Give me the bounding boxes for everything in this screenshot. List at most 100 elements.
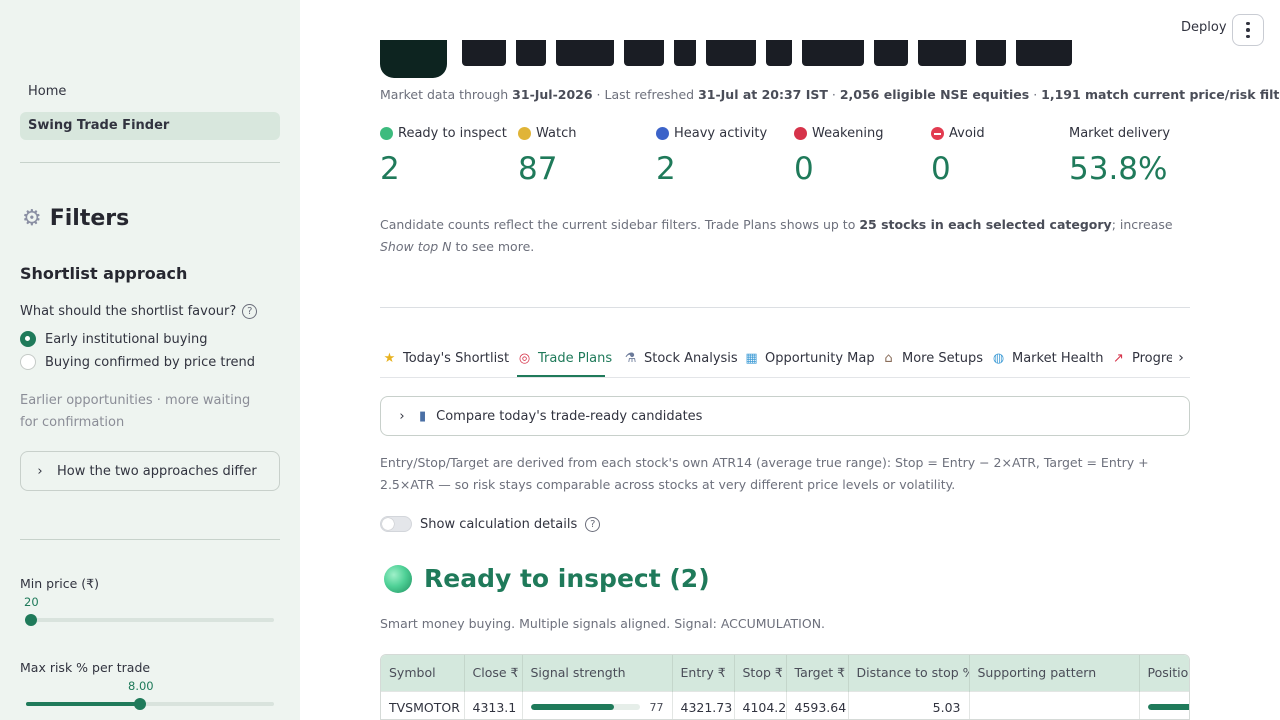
- approach-expander[interactable]: › How the two approaches differ: [20, 451, 280, 491]
- ready-to-inspect-heading: Ready to inspect (2): [384, 564, 710, 593]
- cell-stop[interactable]: 4104.2: [734, 690, 787, 719]
- metric-label: Weakening: [812, 126, 884, 141]
- note-italic: Show top N: [380, 239, 452, 254]
- note-text: to see more.: [451, 239, 535, 254]
- calc-details-toggle-row[interactable]: Show calculation details ?: [380, 516, 601, 532]
- yellow-circle-icon: [518, 127, 531, 140]
- tab-market-health[interactable]: ◍ Market Health: [991, 351, 1104, 366]
- cell-close[interactable]: 4313.1: [464, 690, 523, 719]
- meta-text: ·: [827, 87, 840, 102]
- metric-ready-to-inspect: Ready to inspect 2: [380, 126, 507, 187]
- green-circle-icon: [380, 127, 393, 140]
- column-header[interactable]: Distance to stop %: [848, 655, 970, 691]
- deploy-button[interactable]: Deploy: [1181, 20, 1227, 35]
- help-icon[interactable]: ?: [585, 516, 601, 532]
- tab-trade-plans[interactable]: ◎ Trade Plans: [517, 351, 612, 366]
- signal-strength-fill: [530, 704, 615, 711]
- cell-target[interactable]: 4593.64: [786, 690, 849, 719]
- column-header[interactable]: Target ₹: [786, 655, 849, 691]
- metric-value: 53.8%: [1069, 151, 1168, 187]
- globe-icon: ◍: [992, 351, 1005, 366]
- metric-value: 2: [656, 151, 676, 187]
- tabs-scroll-right-icon[interactable]: ›: [1172, 350, 1190, 366]
- max-risk-slider[interactable]: [26, 698, 274, 710]
- slider-thumb[interactable]: [134, 698, 147, 710]
- radio-label: Early institutional buying: [45, 331, 208, 347]
- radio-buying-confirmed-by-trend[interactable]: Buying confirmed by price trend: [20, 354, 255, 370]
- cell-distance-to-stop[interactable]: 5.03: [848, 690, 970, 719]
- note-text: ; increase: [1111, 217, 1173, 232]
- slider-thumb[interactable]: [24, 614, 37, 626]
- tab-label: Market Health: [1012, 351, 1104, 366]
- meta-text: · Last refreshed: [592, 87, 699, 102]
- signal-strength-bar: [530, 704, 640, 711]
- help-icon[interactable]: ?: [242, 304, 258, 319]
- meta-matching: 1,191 match current price/risk filters: [1041, 87, 1280, 102]
- max-risk-label: Max risk % per trade: [20, 660, 151, 675]
- metric-label: Heavy activity: [674, 126, 768, 141]
- slider-fill: [26, 702, 141, 706]
- tab-label: More Setups: [902, 351, 983, 366]
- shortlist-approach-heading: Shortlist approach: [20, 264, 188, 283]
- gear-icon: ⚙: [22, 205, 42, 231]
- meta-text: Market data through: [380, 87, 513, 102]
- tab-more-setups[interactable]: ⌂ More Setups: [881, 351, 983, 366]
- metric-label: Avoid: [949, 126, 985, 141]
- nav-link-swing-trade-finder[interactable]: Swing Trade Finder: [20, 112, 280, 140]
- nav-link-home[interactable]: Home: [20, 78, 280, 106]
- tab-opportunity-map[interactable]: ▦ Opportunity Map: [744, 351, 874, 366]
- metric-label: Watch: [536, 126, 577, 141]
- menu-dot: [1246, 21, 1250, 26]
- main-menu-button[interactable]: [1232, 14, 1264, 46]
- tab-stock-analysis[interactable]: ⚗ Stock Analysis: [623, 351, 738, 366]
- min-price-slider[interactable]: [24, 614, 274, 626]
- meta-text: ·: [1029, 87, 1042, 102]
- meta-data-date: 31-Jul-2026: [512, 87, 593, 102]
- radio-early-institutional-buying[interactable]: Early institutional buying: [20, 331, 208, 347]
- metric-heavy-activity: Heavy activity 2: [656, 126, 767, 187]
- cell-signal-strength[interactable]: 77: [522, 690, 673, 719]
- tab-todays-shortlist[interactable]: ★ Today's Shortlist: [382, 351, 509, 366]
- section-caption: Smart money buying. Multiple signals ali…: [380, 616, 826, 631]
- radio-selected-icon[interactable]: [20, 331, 36, 347]
- radio-unselected-icon[interactable]: [20, 354, 36, 370]
- column-header[interactable]: Stop ₹: [734, 655, 787, 691]
- page-title-logo: [380, 40, 447, 78]
- no-entry-icon: [931, 127, 944, 140]
- compare-candidates-expander[interactable]: › ▮ Compare today's trade-ready candidat…: [380, 396, 1190, 436]
- cell-symbol[interactable]: TVSMOTOR: [381, 690, 465, 719]
- atr-description: Entry/Stop/Target are derived from each …: [380, 455, 1149, 492]
- calc-details-label: Show calculation details: [420, 516, 578, 532]
- cell-entry[interactable]: 4321.73: [672, 690, 735, 719]
- column-header[interactable]: Position: [1139, 655, 1189, 691]
- column-header[interactable]: Entry ₹: [672, 655, 735, 691]
- table-header-row: Symbol Close ₹ Signal strength Entry ₹ S…: [381, 655, 1189, 691]
- chevron-right-icon: ›: [37, 463, 43, 479]
- tab-bar: ★ Today's Shortlist ◎ Trade Plans ⚗ Stock A…: [380, 348, 1190, 378]
- bank-icon: ⌂: [884, 351, 893, 366]
- meta-eligible: 2,056 eligible NSE equities: [839, 87, 1030, 102]
- cell-position[interactable]: [1139, 690, 1189, 719]
- position-bar: [1147, 704, 1189, 711]
- chart-increasing-icon: ↗: [1113, 351, 1124, 366]
- metric-value: 0: [931, 151, 951, 187]
- signal-strength-value: 77: [649, 700, 664, 714]
- column-header[interactable]: Supporting pattern: [969, 655, 1140, 691]
- column-header[interactable]: Symbol: [381, 655, 465, 691]
- column-header[interactable]: Close ₹: [464, 655, 523, 691]
- column-header[interactable]: Signal strength: [522, 655, 673, 691]
- cell-supporting-pattern[interactable]: [969, 690, 1140, 719]
- metric-watch: Watch 87: [518, 126, 576, 187]
- red-circle-icon: [794, 127, 807, 140]
- filters-title-text: Filters: [49, 206, 130, 231]
- metric-value: 87: [518, 151, 558, 187]
- trade-plans-table[interactable]: Symbol Close ₹ Signal strength Entry ₹ S…: [380, 654, 1190, 720]
- table-row[interactable]: TVSMOTOR 4313.1 77 4321.73 4104.2 4593.6…: [381, 690, 1189, 719]
- calc-details-toggle[interactable]: [380, 516, 412, 532]
- note-bold: 25 stocks in each selected category: [859, 217, 1112, 232]
- metric-value: 0: [794, 151, 814, 187]
- tab-label: Trade Plans: [538, 351, 613, 366]
- tab-label: Stock Analysis: [644, 351, 738, 366]
- sidebar-divider: [20, 539, 280, 540]
- active-tab-indicator: [517, 375, 605, 377]
